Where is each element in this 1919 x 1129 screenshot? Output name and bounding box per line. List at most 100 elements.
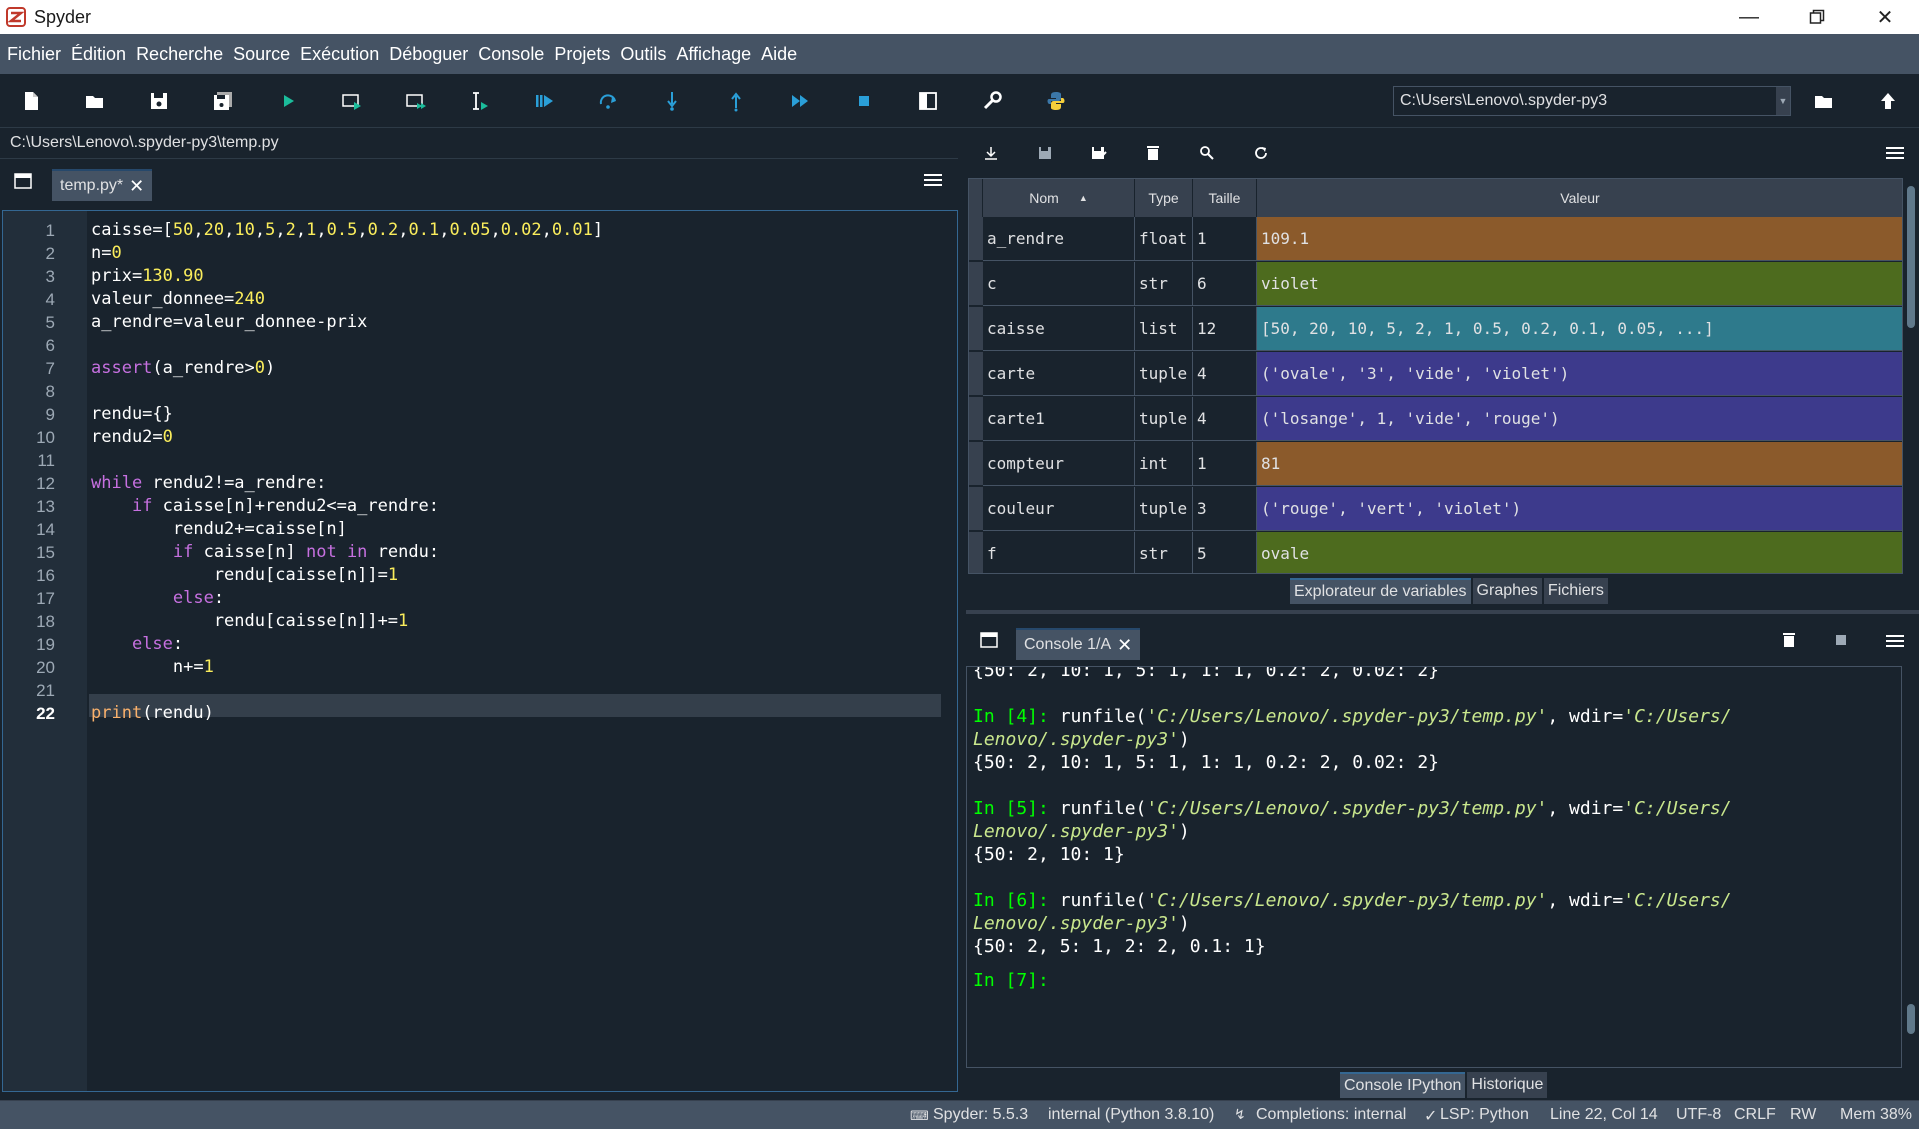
table-row[interactable]: a_rendre float 1 109.1: [969, 217, 1902, 262]
tab-console-ipython[interactable]: Console IPython: [1340, 1072, 1466, 1098]
remove-variables-icon[interactable]: [1782, 632, 1796, 648]
menu-fichier[interactable]: Fichier: [2, 34, 66, 74]
scrollbar-thumb[interactable]: [1907, 186, 1915, 328]
header-type[interactable]: Type: [1135, 179, 1193, 217]
status-lsp[interactable]: LSP: Python: [1440, 1106, 1529, 1124]
menu-projets[interactable]: Projets: [549, 34, 615, 74]
menu-aide[interactable]: Aide: [756, 34, 802, 74]
debug-icon[interactable]: [531, 88, 557, 114]
menu-recherche[interactable]: Recherche: [131, 34, 228, 74]
menu-execution[interactable]: Exécution: [295, 34, 384, 74]
menu-deboguer[interactable]: Déboguer: [384, 34, 473, 74]
code-line[interactable]: rendu2+=caisse[n]: [91, 518, 347, 541]
close-tab-icon[interactable]: ✕: [129, 176, 144, 197]
variables-scrollbar[interactable]: [1904, 178, 1918, 574]
code-line[interactable]: rendu={}: [91, 403, 173, 426]
browse-tabs-icon[interactable]: [14, 173, 32, 189]
code-line[interactable]: rendu[caisse[n]]+=1: [91, 610, 408, 633]
options-menu-icon[interactable]: [1886, 634, 1904, 648]
code-line[interactable]: while rendu2!=a_rendre:: [91, 472, 326, 495]
run-icon[interactable]: [275, 88, 301, 114]
parent-directory-icon[interactable]: [1875, 88, 1901, 114]
table-row[interactable]: c str 6 violet: [969, 262, 1902, 307]
row-header[interactable]: [969, 397, 983, 441]
ipython-console-output[interactable]: {50: 2, 10: 1, 5: 1, 1: 1, 0.2: 2, 0.02:…: [966, 666, 1902, 1068]
code-editor[interactable]: 1 2 3 4 5 6 7 8 9 10 11 12 13 14 15 16 17 18 19 20 21 22 cais…: [2, 210, 958, 1092]
step-icon[interactable]: [595, 88, 621, 114]
row-header[interactable]: [969, 217, 983, 261]
row-header[interactable]: [969, 262, 983, 306]
row-header[interactable]: [969, 352, 983, 396]
table-row[interactable]: f str 5 ovale: [969, 532, 1902, 573]
preferences-icon[interactable]: [979, 88, 1005, 114]
header-nom[interactable]: Nom ▲: [983, 179, 1135, 217]
menu-affichage[interactable]: Affichage: [671, 34, 756, 74]
close-tab-icon[interactable]: ✕: [1117, 635, 1132, 656]
chevron-down-icon[interactable]: ▼: [1776, 87, 1790, 115]
code-line[interactable]: else:: [91, 633, 183, 656]
maximize-icon[interactable]: [1783, 0, 1851, 34]
menu-console[interactable]: Console: [473, 34, 549, 74]
row-header[interactable]: [969, 487, 983, 531]
step-into-icon[interactable]: [659, 88, 685, 114]
run-selection-icon[interactable]: [467, 88, 493, 114]
row-header[interactable]: [969, 307, 983, 351]
code-line[interactable]: rendu[caisse[n]]=1: [91, 564, 398, 587]
step-return-icon[interactable]: [723, 88, 749, 114]
table-row[interactable]: couleur tuple 3 ('rouge', 'vert', 'violet'): [969, 487, 1902, 532]
console-prompt[interactable]: In [7]:: [973, 969, 1049, 992]
code-line[interactable]: assert(a_rendre>0): [91, 357, 275, 380]
row-header[interactable]: [969, 532, 983, 573]
code-line[interactable]: prix=130.90: [91, 265, 204, 288]
tab-console-1a[interactable]: Console 1/A ✕: [1016, 628, 1141, 660]
save-data-icon[interactable]: [1036, 144, 1054, 162]
options-menu-icon[interactable]: [924, 173, 942, 187]
tab-variable-explorer[interactable]: Explorateur de variables: [1290, 578, 1471, 604]
maximize-pane-icon[interactable]: [915, 88, 941, 114]
header-taille[interactable]: Taille: [1193, 179, 1257, 217]
working-directory-combo[interactable]: C:\Users\Lenovo\.spyder-py3 ▼: [1393, 86, 1791, 116]
variable-value[interactable]: 109.1: [1257, 217, 1902, 261]
console-scrollbar[interactable]: [1904, 666, 1918, 1068]
table-row[interactable]: carte1 tuple 4 ('losange', 1, 'vide', 'roug…: [969, 397, 1902, 442]
variable-value[interactable]: [50, 20, 10, 5, 2, 1, 0.5, 0.2, 0.1, 0.0…: [1257, 307, 1902, 351]
interrupt-kernel-icon[interactable]: [1836, 635, 1846, 645]
python-path-icon[interactable]: [1043, 88, 1069, 114]
open-file-icon[interactable]: [82, 88, 108, 114]
code-line[interactable]: a_rendre=valeur_donnee-prix: [91, 311, 367, 334]
search-icon[interactable]: [1198, 144, 1216, 162]
tab-graphes[interactable]: Graphes: [1472, 578, 1542, 604]
stop-icon[interactable]: [851, 88, 877, 114]
save-icon[interactable]: [146, 88, 172, 114]
header-valeur[interactable]: Valeur: [1257, 179, 1902, 217]
code-line[interactable]: n+=1: [91, 656, 214, 679]
code-line[interactable]: print(rendu): [91, 702, 214, 725]
table-row[interactable]: carte tuple 4 ('ovale', '3', 'vide', 'viole…: [969, 352, 1902, 397]
code-line[interactable]: if caisse[n]+rendu2<=a_rendre:: [91, 495, 439, 518]
save-all-icon[interactable]: [210, 88, 236, 114]
menu-outils[interactable]: Outils: [615, 34, 671, 74]
variable-value[interactable]: ovale: [1257, 532, 1902, 573]
new-file-icon[interactable]: [18, 88, 44, 114]
scrollbar-thumb[interactable]: [1907, 1004, 1915, 1034]
code-line[interactable]: valeur_donnee=240: [91, 288, 265, 311]
variable-value[interactable]: ('losange', 1, 'vide', 'rouge'): [1257, 397, 1902, 441]
row-header[interactable]: [969, 442, 983, 486]
remove-all-variables-icon[interactable]: [1144, 144, 1162, 162]
close-icon[interactable]: ✕: [1851, 0, 1919, 34]
code-line[interactable]: else:: [91, 587, 224, 610]
continue-icon[interactable]: [787, 88, 813, 114]
import-data-icon[interactable]: [982, 144, 1000, 162]
run-cell-icon[interactable]: [339, 88, 365, 114]
browse-tabs-icon[interactable]: [980, 632, 998, 648]
browse-folder-icon[interactable]: [1811, 88, 1837, 114]
run-cell-advance-icon[interactable]: [403, 88, 429, 114]
save-data-as-icon[interactable]: [1090, 144, 1108, 162]
code-line[interactable]: n=0: [91, 242, 122, 265]
menu-source[interactable]: Source: [228, 34, 295, 74]
variable-value[interactable]: 81: [1257, 442, 1902, 486]
status-interpreter[interactable]: internal (Python 3.8.10): [1048, 1106, 1214, 1124]
tab-fichiers[interactable]: Fichiers: [1543, 578, 1608, 604]
status-completions[interactable]: Completions: internal: [1256, 1106, 1406, 1124]
options-menu-icon[interactable]: [1886, 146, 1904, 160]
